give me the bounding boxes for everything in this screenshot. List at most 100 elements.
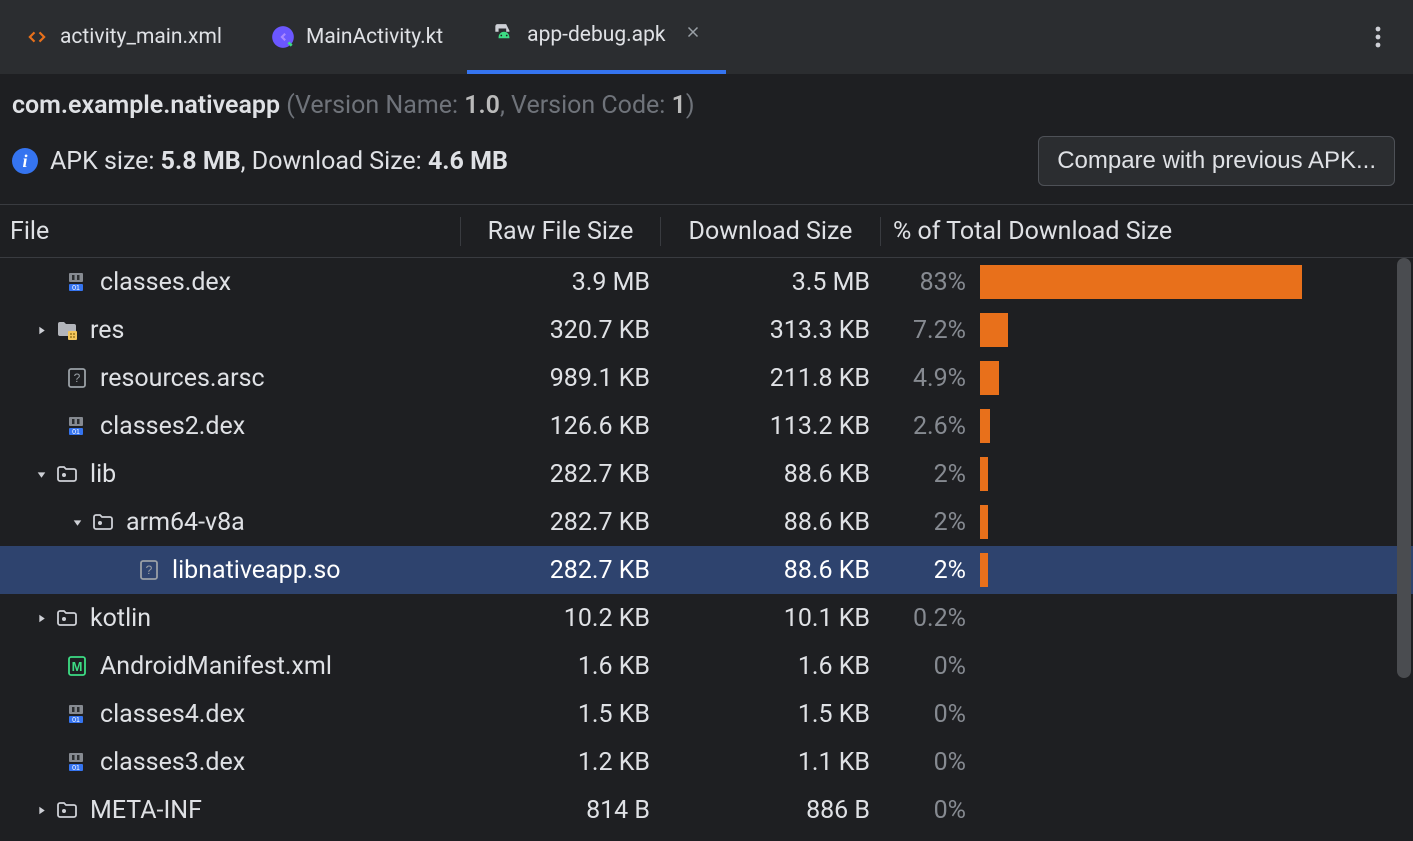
dex-icon: 01 [64,749,90,775]
chevron-down-icon[interactable] [64,516,90,529]
table-row[interactable]: arm64-v8a 282.7 KB 88.6 KB 2% [0,498,1413,546]
download-size: 113.2 KB [660,412,880,441]
table-row[interactable]: 01 classes4.dex 1.5 KB 1.5 KB 0% [0,690,1413,738]
download-size-value: 4.6 MB [428,147,508,176]
raw-file-size: 10.2 KB [460,604,660,633]
unknown-icon: ? [136,557,162,583]
percent-cell: 83% [880,265,1413,299]
package-name: com.example.nativeapp [12,91,280,120]
table-row[interactable]: res 320.7 KB 313.3 KB 7.2% [0,306,1413,354]
tab-activity-main[interactable]: activity_main.xml [0,0,246,74]
table-row[interactable]: 01 classes.dex 3.9 MB 3.5 MB 83% [0,258,1413,306]
percent-text: 2% [880,508,966,537]
percent-bar [980,505,988,539]
table-row[interactable]: 01 classes2.dex 126.6 KB 113.2 KB 2.6% [0,402,1413,450]
percent-bar-container [980,697,1393,731]
table-row[interactable]: 01 classes3.dex 1.2 KB 1.1 KB 0% [0,738,1413,786]
table-row[interactable]: M AndroidManifest.xml 1.6 KB 1.6 KB 0% [0,642,1413,690]
percent-cell: 2% [880,553,1413,587]
chevron-down-icon[interactable] [28,468,54,481]
download-size: 1.1 KB [660,748,880,777]
kebab-menu-icon[interactable] [1363,22,1393,52]
percent-cell: 2% [880,505,1413,539]
svg-text:01: 01 [72,765,80,772]
apk-size-bar: i APK size: 5.8 MB, Download Size: 4.6 M… [0,128,1413,204]
percent-text: 4.9% [880,364,966,393]
raw-file-size: 1.6 KB [460,652,660,681]
column-header-raw-size[interactable]: Raw File Size [460,217,660,246]
folder-lib-icon [90,509,116,535]
folder-res-icon [54,317,80,343]
percent-bar-container [980,457,1393,491]
percent-cell: 2% [880,457,1413,491]
table-row[interactable]: kotlin 10.2 KB 10.1 KB 0.2% [0,594,1413,642]
manifest-icon: M [64,653,90,679]
file-table-body: 01 classes.dex 3.9 MB 3.5 MB 83% res 320… [0,258,1413,834]
column-header-download-size[interactable]: Download Size [660,217,880,246]
column-header-percent[interactable]: % of Total Download Size [880,217,1413,246]
percent-text: 0% [880,796,966,825]
apk-size-label: APK size: [50,147,161,176]
tab-label: MainActivity.kt [306,25,443,49]
percent-text: 83% [880,268,966,297]
percent-cell: 0% [880,793,1413,827]
dex-icon: 01 [64,269,90,295]
close-icon[interactable] [684,23,702,47]
percent-bar-container [980,409,1393,443]
percent-cell: 2.6% [880,409,1413,443]
percent-bar-container [980,553,1393,587]
percent-bar [980,313,1008,347]
version-code-value: 1 [672,91,686,120]
chevron-right-icon[interactable] [28,804,54,817]
percent-bar [980,361,999,395]
apk-file-icon [491,22,517,48]
column-header-file[interactable]: File [0,217,460,246]
version-code-label: , Version Code: [500,91,672,120]
info-icon: i [12,148,38,174]
percent-text: 2% [880,556,966,585]
download-size: 211.8 KB [660,364,880,393]
table-row[interactable]: META-INF 814 B 886 B 0% [0,786,1413,834]
raw-file-size: 126.6 KB [460,412,660,441]
folder-lib-icon [54,461,80,487]
tab-app-debug-apk[interactable]: app-debug.apk [467,0,725,74]
download-size: 88.6 KB [660,556,880,585]
percent-cell: 4.9% [880,361,1413,395]
raw-file-size: 282.7 KB [460,508,660,537]
percent-bar-container [980,745,1393,779]
percent-bar-container [980,361,1393,395]
chevron-right-icon[interactable] [28,324,54,337]
raw-file-size: 1.2 KB [460,748,660,777]
tab-main-activity[interactable]: MainActivity.kt [246,0,467,74]
percent-bar [980,409,990,443]
compare-apk-button[interactable]: Compare with previous APK... [1038,136,1395,186]
svg-text:01: 01 [72,717,80,724]
raw-file-size: 320.7 KB [460,316,660,345]
version-name-label: (Version Name: [280,91,464,120]
percent-bar [980,553,988,587]
scrollbar-thumb[interactable] [1397,258,1411,678]
percent-cell: 0% [880,697,1413,731]
table-row[interactable]: lib 282.7 KB 88.6 KB 2% [0,450,1413,498]
xml-file-icon [24,24,50,50]
file-name: classes4.dex [100,700,245,729]
editor-tab-bar: activity_main.xml MainActivity.kt app-de… [0,0,1413,75]
folder-lib-icon [54,797,80,823]
download-size: 10.1 KB [660,604,880,633]
tab-label: activity_main.xml [60,25,222,49]
file-name: kotlin [90,604,151,633]
percent-text: 2% [880,460,966,489]
scrollbar[interactable] [1397,258,1411,738]
chevron-right-icon[interactable] [28,612,54,625]
table-row[interactable]: ? resources.arsc 989.1 KB 211.8 KB 4.9% [0,354,1413,402]
tab-label: app-debug.apk [527,23,665,47]
percent-text: 0% [880,700,966,729]
table-row[interactable]: ? libnativeapp.so 282.7 KB 88.6 KB 2% [0,546,1413,594]
file-name: AndroidManifest.xml [100,652,332,681]
kotlin-file-icon [270,24,296,50]
svg-text:?: ? [74,371,81,385]
download-size: 1.6 KB [660,652,880,681]
dex-icon: 01 [64,701,90,727]
raw-file-size: 282.7 KB [460,556,660,585]
percent-bar-container [980,649,1393,683]
